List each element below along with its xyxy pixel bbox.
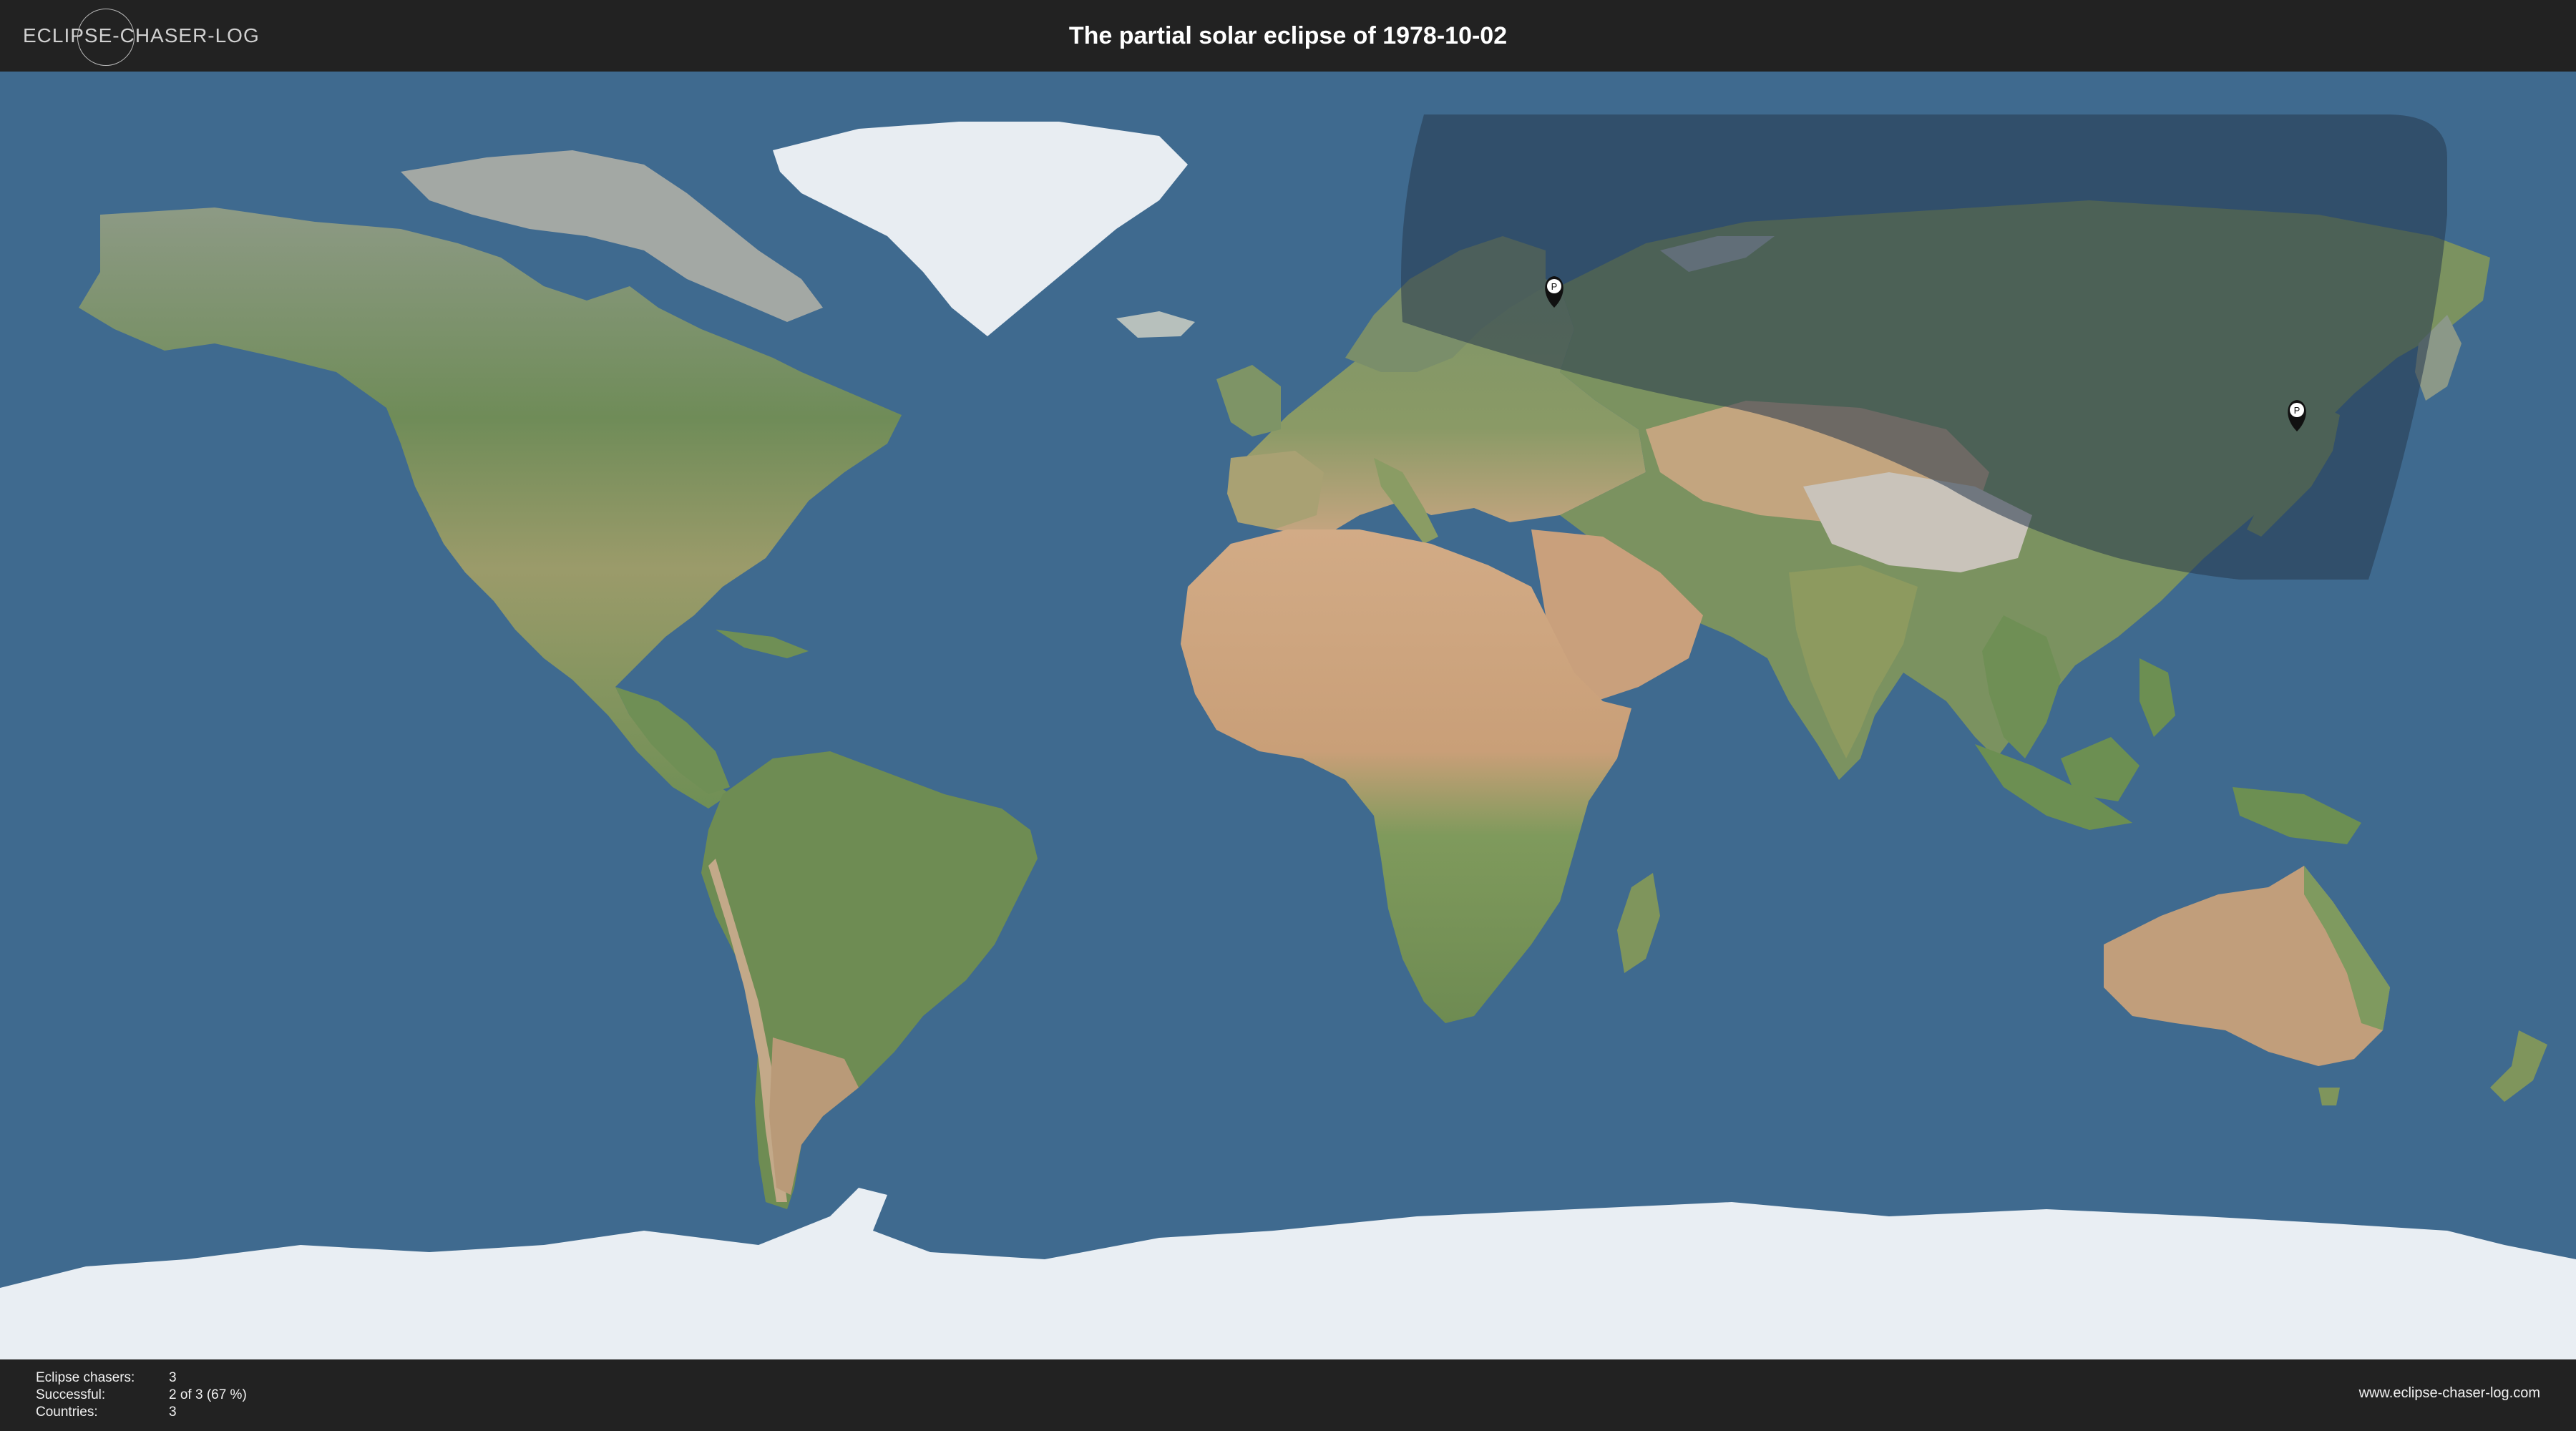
stat-label: Countries: xyxy=(36,1405,98,1420)
tasmania xyxy=(2318,1088,2340,1105)
website-link[interactable]: www.eclipse-chaser-log.com xyxy=(2359,1385,2540,1402)
stat-value: 2 of 3 (67 %) xyxy=(169,1387,247,1402)
madagascar xyxy=(1617,873,1660,973)
footer-bar: Eclipse chasers: 3 Successful: 2 of 3 (6… xyxy=(0,1359,2576,1431)
new-zealand xyxy=(2490,1030,2547,1102)
british-isles xyxy=(1216,365,1281,436)
stat-label: Eclipse chasers: xyxy=(36,1370,135,1385)
stat-row-countries: Countries: 3 xyxy=(36,1404,247,1421)
iceland xyxy=(1116,311,1195,338)
marker-glyph-japan: P xyxy=(2294,405,2301,416)
antarctica xyxy=(0,1188,2576,1359)
marker-glyph-moscow: P xyxy=(1551,281,1558,292)
caribbean-islands xyxy=(716,630,809,658)
world-map-canvas: P P xyxy=(0,114,2576,1359)
patagonia xyxy=(769,1037,859,1195)
stat-value: 3 xyxy=(169,1405,177,1420)
page-title: The partial solar eclipse of 1978-10-02 xyxy=(1068,22,1508,49)
stat-value: 3 xyxy=(169,1370,177,1385)
new-guinea xyxy=(2233,787,2361,844)
world-map[interactable]: P P xyxy=(0,72,2576,1359)
stat-row-successful: Successful: 2 of 3 (67 %) xyxy=(36,1387,247,1404)
stat-row-chasers: Eclipse chasers: 3 xyxy=(36,1369,247,1387)
greenland xyxy=(773,122,1188,336)
stat-label: Successful: xyxy=(36,1387,106,1402)
header-bar: ECLIPSE-CHASER-LOG The partial solar ecl… xyxy=(0,0,2576,72)
philippines xyxy=(2140,658,2175,737)
stats-panel: Eclipse chasers: 3 Successful: 2 of 3 (6… xyxy=(36,1369,247,1421)
